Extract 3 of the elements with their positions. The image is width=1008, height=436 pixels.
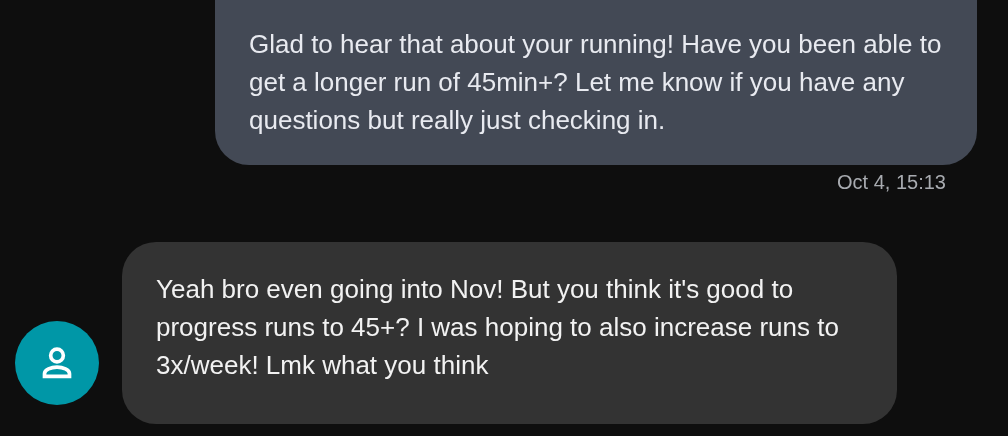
message-text: Glad to hear that about your running! Have you been able to get a longer run of 45min+? Let me know if you have any questions but really just checking in.	[249, 28, 943, 137]
message-text: Yeah bro even going into Nov! But you think it's good to progress runs to 45+? I was hoping to also increase runs to 3x/week! Lmk what you think	[156, 273, 840, 382]
message-timestamp: Oct 4, 15:13	[837, 170, 946, 195]
